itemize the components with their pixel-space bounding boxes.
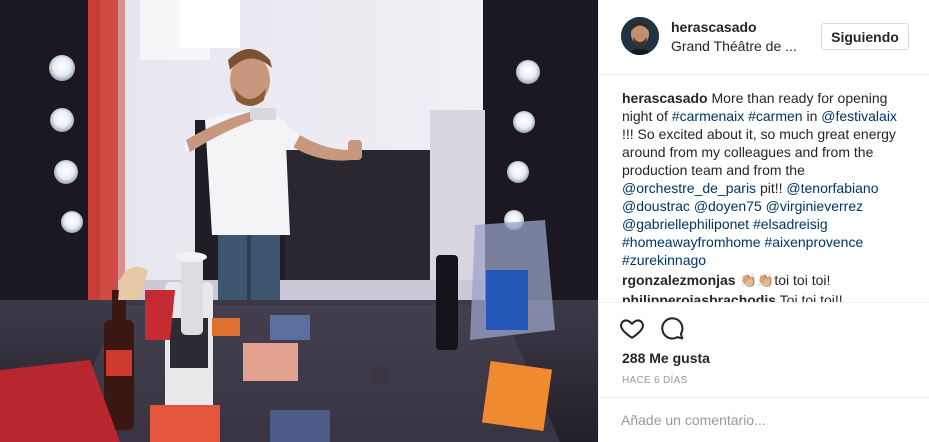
comment-item: rgonzalezmonjas 👏🏼👏🏼toi toi toi! — [622, 271, 912, 289]
caption-tag-link[interactable]: @tenorfabiano — [786, 180, 878, 196]
add-comment-bar — [599, 397, 929, 442]
post-side-panel: herascasado Grand Théâtre de ... Siguien… — [598, 0, 929, 442]
caption-tag-link[interactable]: @gabriellephiliponet — [622, 216, 749, 232]
likes-count[interactable]: 288 Me gusta — [622, 350, 710, 366]
avatar[interactable] — [621, 17, 659, 55]
caption-tag-link[interactable]: #carmenaix — [672, 108, 744, 124]
caption-tag-link[interactable]: #homeawayfromhome — [622, 234, 761, 250]
comment-text: 👏🏼👏🏼toi toi toi! — [735, 272, 831, 288]
caption-tag-link[interactable]: @festivalaix — [821, 108, 897, 124]
following-button[interactable]: Siguiendo — [821, 23, 909, 50]
instagram-post: herascasado Grand Théâtre de ... Siguien… — [0, 0, 929, 442]
caption-tag-link[interactable]: @virginieverrez — [766, 198, 863, 214]
post-header: herascasado Grand Théâtre de ... Siguien… — [599, 0, 929, 75]
post-caption: herascasado More than ready for opening … — [622, 89, 912, 269]
caption-tag-link[interactable]: #zurekinnago — [622, 252, 706, 268]
caption-tag-link[interactable]: #carmen — [748, 108, 802, 124]
profile-picture — [621, 17, 659, 55]
caption-tag-link[interactable]: #elsadreisig — [753, 216, 828, 232]
caption-text: !!! So excited about it, so much great e… — [622, 126, 896, 178]
caption-username[interactable]: herascasado — [622, 90, 708, 106]
comment-username[interactable]: rgonzalezmonjas — [622, 272, 736, 288]
caption-text: in — [802, 108, 822, 124]
caption-tag-link[interactable]: @doustrac — [622, 198, 690, 214]
caption-tag-link[interactable]: @orchestre_de_paris — [622, 180, 756, 196]
caption-tag-link[interactable]: @doyen75 — [694, 198, 762, 214]
caption-tag-link[interactable]: #aixenprovence — [764, 234, 863, 250]
comment-input[interactable] — [621, 408, 911, 432]
dressing-room-mirror-selfie-image — [0, 0, 598, 442]
header-username[interactable]: herascasado — [671, 19, 757, 35]
caption-text: pit!! — [756, 180, 787, 196]
post-timestamp[interactable]: HACE 6 DÍAS — [622, 375, 688, 386]
heart-icon[interactable] — [619, 315, 647, 343]
comments-list[interactable]: herascasado More than ready for opening … — [622, 89, 912, 303]
header-location[interactable]: Grand Théâtre de ... — [671, 38, 811, 54]
speech-bubble-icon[interactable] — [659, 315, 687, 343]
post-photo[interactable] — [0, 0, 598, 442]
